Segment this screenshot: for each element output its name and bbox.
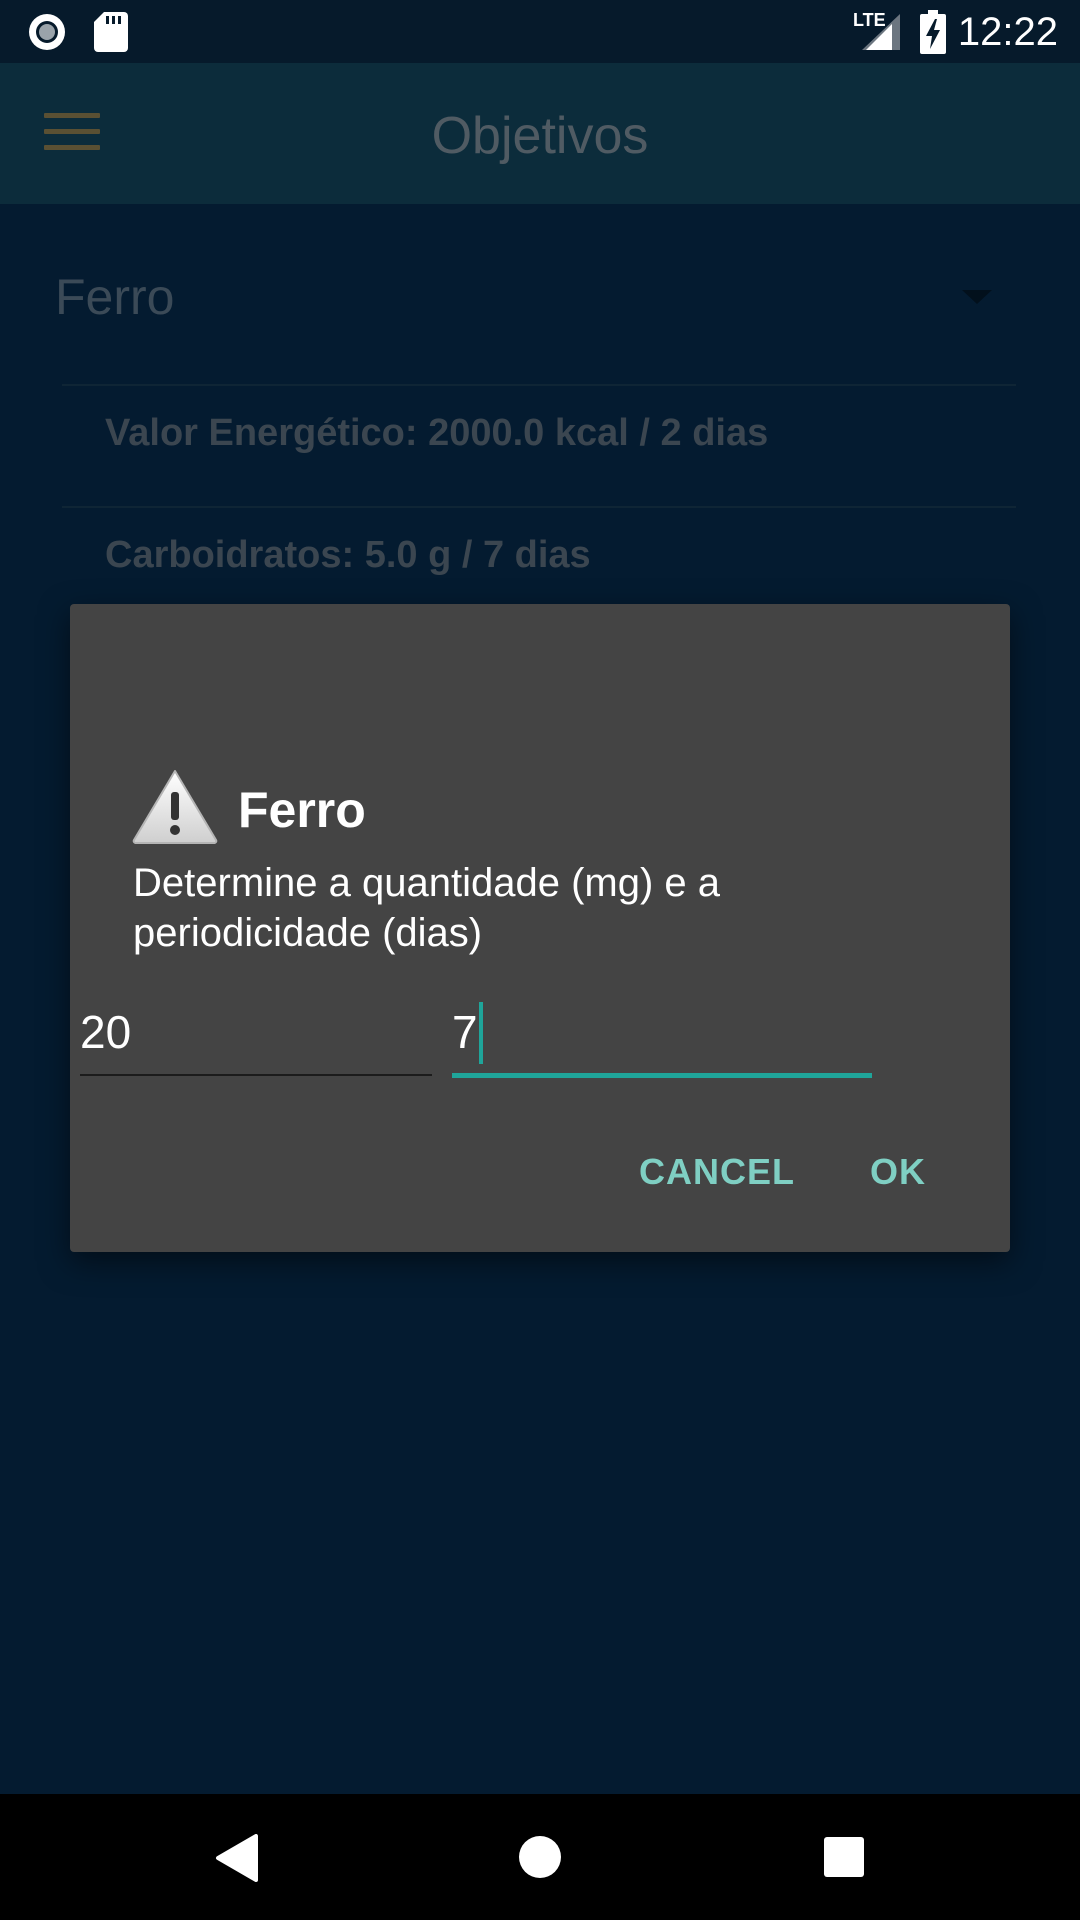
page-title: Objetivos [431,107,649,165]
goal-list-item[interactable]: Valor Energético: 2000.0 kcal / 2 dias [105,412,768,455]
field-underline-focused [452,1073,872,1078]
cancel-button[interactable]: CANCEL [639,1150,795,1194]
battery-charging-icon [920,10,946,54]
signal-icon [862,14,900,50]
field-underline [80,1074,432,1076]
dialog-message: Determine a quantidade (mg) e a periodic… [133,861,720,955]
divider [62,384,1016,386]
dialog-title: Ferro [238,782,366,838]
warning-icon [132,770,218,844]
goal-list-item[interactable]: Carboidratos: 5.0 g / 7 dias [105,534,591,577]
home-icon[interactable] [518,1835,562,1879]
chevron-down-icon[interactable] [962,290,992,304]
recents-icon[interactable] [823,1836,865,1878]
status-bar: LTE 12:22 [0,0,1080,63]
ok-button[interactable]: OK [870,1150,926,1194]
back-icon[interactable] [214,1834,258,1882]
text-cursor [479,1002,483,1064]
goal-dialog: Ferro Determine a quantidade (mg) e a pe… [70,604,1010,1252]
nutrient-spinner[interactable]: Ferro [55,268,174,326]
quantity-field[interactable] [80,1000,432,1076]
quantity-input[interactable] [80,1000,432,1064]
sd-card-icon [94,12,128,52]
record-icon [29,14,65,50]
clock: 12:22 [957,10,1058,54]
period-field[interactable] [452,1000,872,1078]
navigation-bar [0,1794,1080,1920]
period-input[interactable] [452,1000,872,1064]
divider [62,506,1016,508]
app-toolbar: Objetivos [0,63,1080,204]
